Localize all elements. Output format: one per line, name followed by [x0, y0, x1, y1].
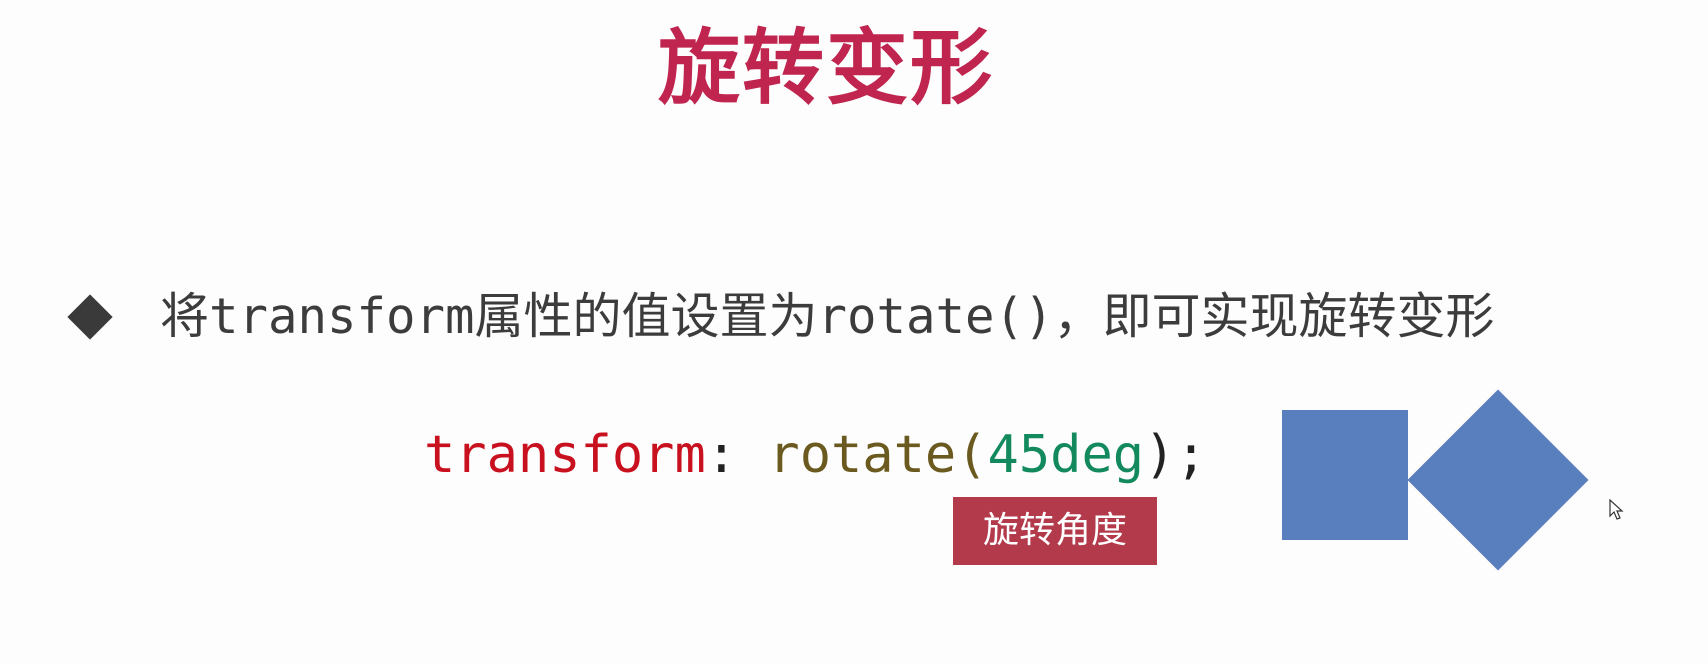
- original-square-shape: [1282, 410, 1408, 540]
- bullet-text: 将transform属性的值设置为rotate()，即可实现旋转变形: [160, 288, 1495, 345]
- mouse-cursor-icon: [1609, 499, 1624, 520]
- code-property: transform: [424, 425, 706, 485]
- diamond-bullet-icon: [67, 294, 113, 340]
- code-argument: 45deg: [987, 425, 1145, 485]
- code-colon: :: [705, 425, 769, 485]
- slide-title: 旋转变形: [657, 21, 994, 116]
- code-example: transform: rotate(45deg);: [424, 420, 1207, 490]
- slide: 旋转变形 将transform属性的值设置为rotate()，即可实现旋转变形 …: [0, 0, 1708, 664]
- rotated-square-shape: [1407, 389, 1589, 571]
- bullet-item: 将transform属性的值设置为rotate()，即可实现旋转变形: [66, 282, 1495, 352]
- code-function: rotate: [768, 425, 957, 485]
- code-open-paren: (: [956, 425, 988, 485]
- rotation-angle-tag: 旋转角度: [953, 497, 1157, 565]
- code-close-paren: );: [1144, 425, 1207, 485]
